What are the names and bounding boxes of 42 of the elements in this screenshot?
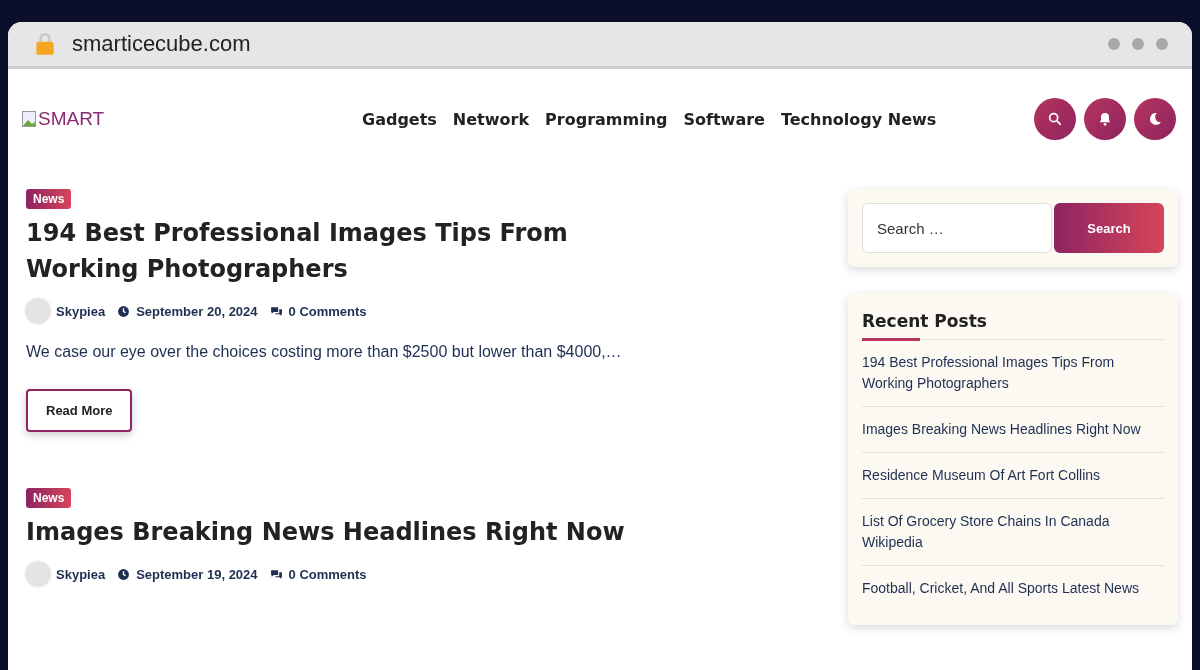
- window-control-dot[interactable]: [1132, 38, 1144, 50]
- post-title[interactable]: 194 Best Professional Images Tips From Working Photographers: [26, 215, 646, 287]
- site-logo[interactable]: SMART: [22, 108, 362, 130]
- nav-link[interactable]: Gadgets: [362, 109, 437, 129]
- post-date[interactable]: September 19, 2024: [136, 566, 258, 582]
- recent-post-link[interactable]: List Of Grocery Store Chains In Canada Wikipedia: [862, 499, 1164, 566]
- post-excerpt: We case our eye over the choices costing more than $2500 but lower than $4000,…: [26, 343, 622, 361]
- author-link[interactable]: Skypiea: [56, 566, 106, 582]
- search-button[interactable]: [1034, 98, 1076, 140]
- post-title[interactable]: Images Breaking News Headlines Right Now: [26, 514, 625, 550]
- recent-post-link[interactable]: Images Breaking News Headlines Right Now: [862, 407, 1164, 453]
- search-icon: [1047, 111, 1063, 127]
- widget-heading: Recent Posts: [862, 311, 1164, 340]
- avatar: [26, 299, 50, 323]
- speech-bubbles-icon: [269, 567, 283, 581]
- window-control-dot[interactable]: [1108, 38, 1120, 50]
- avatar: [26, 562, 50, 586]
- read-more-button[interactable]: Read More: [26, 389, 133, 432]
- moon-button[interactable]: [1134, 98, 1176, 140]
- nav-link[interactable]: Network: [452, 109, 530, 129]
- recent-post-link[interactable]: Residence Museum Of Art Fort Collins: [862, 453, 1164, 499]
- nav-link[interactable]: Technology News: [780, 109, 937, 129]
- broken-image-icon: [22, 111, 36, 127]
- bell-icon: [1097, 111, 1113, 127]
- clock-icon: [117, 567, 131, 581]
- speech-bubbles-icon: [269, 304, 283, 318]
- search-button[interactable]: Search: [1054, 203, 1164, 253]
- moon-icon: [1147, 111, 1163, 127]
- recent-post-link[interactable]: Football, Cricket, And All Sports Latest News: [862, 566, 1164, 611]
- category-tag[interactable]: News: [26, 488, 72, 508]
- comments-link[interactable]: 0 Comments: [288, 303, 367, 319]
- nav-link[interactable]: Programming: [545, 109, 668, 129]
- author-link[interactable]: Skypiea: [56, 303, 106, 319]
- nav-link[interactable]: Software: [683, 109, 765, 129]
- comments-link[interactable]: 0 Comments: [288, 566, 367, 582]
- recent-post-link[interactable]: 194 Best Professional Images Tips From Working Photographers: [862, 340, 1164, 407]
- window-control-dot[interactable]: [1156, 38, 1168, 50]
- bell-button[interactable]: [1084, 98, 1126, 140]
- clock-icon: [117, 304, 131, 318]
- search-field[interactable]: Search …: [862, 203, 1052, 253]
- post-date[interactable]: September 20, 2024: [136, 303, 258, 319]
- category-tag[interactable]: News: [26, 189, 72, 209]
